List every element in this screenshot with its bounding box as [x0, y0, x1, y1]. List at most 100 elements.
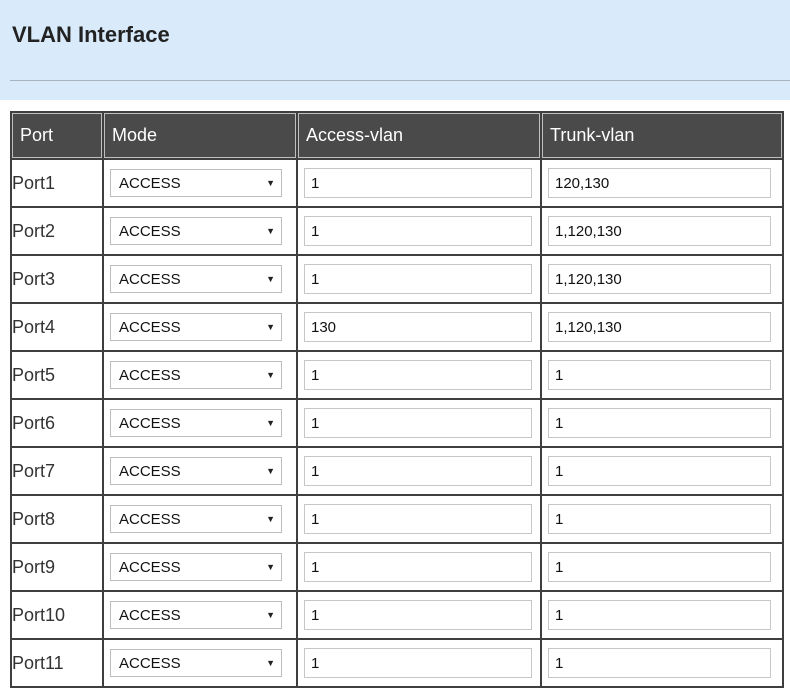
trunk-vlan-cell [540, 254, 784, 304]
mode-select-value: ACCESS [119, 558, 181, 576]
mode-select-value: ACCESS [119, 414, 181, 432]
table-row: Port2 ACCESS ▼ [10, 206, 784, 256]
trunk-vlan-cell [540, 494, 784, 544]
access-vlan-cell [296, 254, 542, 304]
table-header-row: Port Mode Access-vlan Trunk-vlan [10, 111, 784, 160]
trunk-vlan-input[interactable] [548, 408, 771, 438]
access-vlan-input[interactable] [304, 360, 532, 390]
trunk-vlan-input[interactable] [548, 648, 771, 678]
mode-select[interactable]: ACCESS ▼ [110, 313, 282, 341]
port-name: Port1 [10, 158, 104, 208]
access-vlan-cell [296, 542, 542, 592]
mode-cell: ACCESS ▼ [102, 638, 298, 688]
trunk-vlan-cell [540, 542, 784, 592]
triangle-down-icon: ▼ [266, 466, 275, 476]
table-row: Port10 ACCESS ▼ [10, 590, 784, 640]
trunk-vlan-input[interactable] [548, 168, 771, 198]
mode-cell: ACCESS ▼ [102, 494, 298, 544]
access-vlan-cell [296, 350, 542, 400]
trunk-vlan-cell [540, 446, 784, 496]
mode-cell: ACCESS ▼ [102, 446, 298, 496]
mode-select-value: ACCESS [119, 510, 181, 528]
trunk-vlan-cell [540, 158, 784, 208]
mode-select[interactable]: ACCESS ▼ [110, 601, 282, 629]
mode-select-value: ACCESS [119, 654, 181, 672]
trunk-vlan-cell [540, 590, 784, 640]
trunk-vlan-input[interactable] [548, 504, 771, 534]
mode-cell: ACCESS ▼ [102, 302, 298, 352]
port-name: Port11 [10, 638, 104, 688]
triangle-down-icon: ▼ [266, 562, 275, 572]
mode-select[interactable]: ACCESS ▼ [110, 169, 282, 197]
trunk-vlan-input[interactable] [548, 552, 771, 582]
title-divider [10, 80, 790, 81]
access-vlan-input[interactable] [304, 168, 532, 198]
mode-select-value: ACCESS [119, 366, 181, 384]
mode-select[interactable]: ACCESS ▼ [110, 361, 282, 389]
mode-select[interactable]: ACCESS ▼ [110, 265, 282, 293]
table-row: Port3 ACCESS ▼ [10, 254, 784, 304]
column-header-port: Port [10, 111, 104, 160]
column-header-access-vlan: Access-vlan [296, 111, 542, 160]
page-title: VLAN Interface [12, 22, 170, 47]
trunk-vlan-cell [540, 206, 784, 256]
mode-select[interactable]: ACCESS ▼ [110, 457, 282, 485]
trunk-vlan-cell [540, 350, 784, 400]
triangle-down-icon: ▼ [266, 178, 275, 188]
mode-select-value: ACCESS [119, 606, 181, 624]
port-name: Port3 [10, 254, 104, 304]
vlan-interface-table: Port Mode Access-vlan Trunk-vlan Port1 AC… [10, 111, 784, 688]
trunk-vlan-input[interactable] [548, 264, 771, 294]
access-vlan-input[interactable] [304, 552, 532, 582]
access-vlan-cell [296, 398, 542, 448]
trunk-vlan-input[interactable] [548, 456, 771, 486]
table-row: Port1 ACCESS ▼ [10, 158, 784, 208]
access-vlan-input[interactable] [304, 408, 532, 438]
trunk-vlan-input[interactable] [548, 312, 771, 342]
port-name: Port2 [10, 206, 104, 256]
trunk-vlan-input[interactable] [548, 216, 771, 246]
mode-cell: ACCESS ▼ [102, 254, 298, 304]
access-vlan-input[interactable] [304, 600, 532, 630]
triangle-down-icon: ▼ [266, 514, 275, 524]
table-body: Port1ACCESS▼Port2ACCESS▼Port3ACCESS▼Port… [10, 158, 784, 688]
mode-select-value: ACCESS [119, 270, 181, 288]
trunk-vlan-input[interactable] [548, 360, 771, 390]
mode-select-value: ACCESS [119, 318, 181, 336]
page-header: VLAN Interface [0, 0, 790, 100]
trunk-vlan-input[interactable] [548, 600, 771, 630]
access-vlan-input[interactable] [304, 312, 532, 342]
access-vlan-input[interactable] [304, 216, 532, 246]
access-vlan-cell [296, 494, 542, 544]
mode-cell: ACCESS ▼ [102, 590, 298, 640]
access-vlan-input[interactable] [304, 504, 532, 534]
access-vlan-cell [296, 590, 542, 640]
triangle-down-icon: ▼ [266, 226, 275, 236]
mode-select-value: ACCESS [119, 174, 181, 192]
table-row: Port8 ACCESS ▼ [10, 494, 784, 544]
triangle-down-icon: ▼ [266, 610, 275, 620]
access-vlan-input[interactable] [304, 264, 532, 294]
mode-select-value: ACCESS [119, 462, 181, 480]
mode-cell: ACCESS ▼ [102, 542, 298, 592]
access-vlan-cell [296, 638, 542, 688]
port-name: Port10 [10, 590, 104, 640]
triangle-down-icon: ▼ [266, 658, 275, 668]
mode-select[interactable]: ACCESS ▼ [110, 505, 282, 533]
access-vlan-input[interactable] [304, 456, 532, 486]
mode-select[interactable]: ACCESS ▼ [110, 409, 282, 437]
table-row: Port5 ACCESS ▼ [10, 350, 784, 400]
access-vlan-cell [296, 158, 542, 208]
mode-select[interactable]: ACCESS ▼ [110, 649, 282, 677]
trunk-vlan-cell [540, 638, 784, 688]
mode-select[interactable]: ACCESS ▼ [110, 553, 282, 581]
access-vlan-input[interactable] [304, 648, 532, 678]
mode-select-value: ACCESS [119, 222, 181, 240]
access-vlan-cell [296, 302, 542, 352]
triangle-down-icon: ▼ [266, 370, 275, 380]
column-header-trunk-vlan: Trunk-vlan [540, 111, 784, 160]
port-name: Port4 [10, 302, 104, 352]
port-name: Port8 [10, 494, 104, 544]
table-row: Port4 ACCESS ▼ [10, 302, 784, 352]
mode-select[interactable]: ACCESS ▼ [110, 217, 282, 245]
